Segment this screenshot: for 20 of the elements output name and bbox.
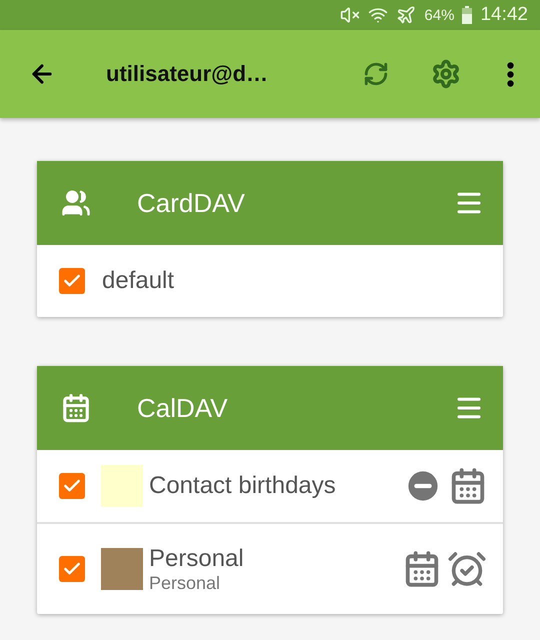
checkbox[interactable]: [59, 556, 85, 582]
contacts-icon: [61, 188, 91, 218]
collection-description: Personal: [149, 572, 222, 594]
airplane-icon: [396, 5, 416, 25]
battery-percent: 64%: [424, 6, 454, 24]
account-title: utilisateur@d…: [106, 61, 270, 87]
mute-icon: [340, 5, 360, 25]
checkbox[interactable]: [59, 268, 85, 294]
card-title: CardDAV: [137, 188, 246, 218]
more-icon: [506, 62, 514, 86]
sync-icon: [363, 61, 389, 87]
clock: 14:42: [480, 4, 528, 26]
calendar-icon: [61, 393, 91, 423]
card-title: CalDAV: [137, 392, 229, 424]
battery-icon: [462, 6, 472, 24]
collection-name: default: [102, 267, 176, 295]
checkbox[interactable]: [59, 473, 85, 499]
collection-name: Personal: [149, 544, 245, 572]
settings-icon: [431, 59, 461, 89]
collection-name: Contact birthdays: [149, 472, 337, 500]
